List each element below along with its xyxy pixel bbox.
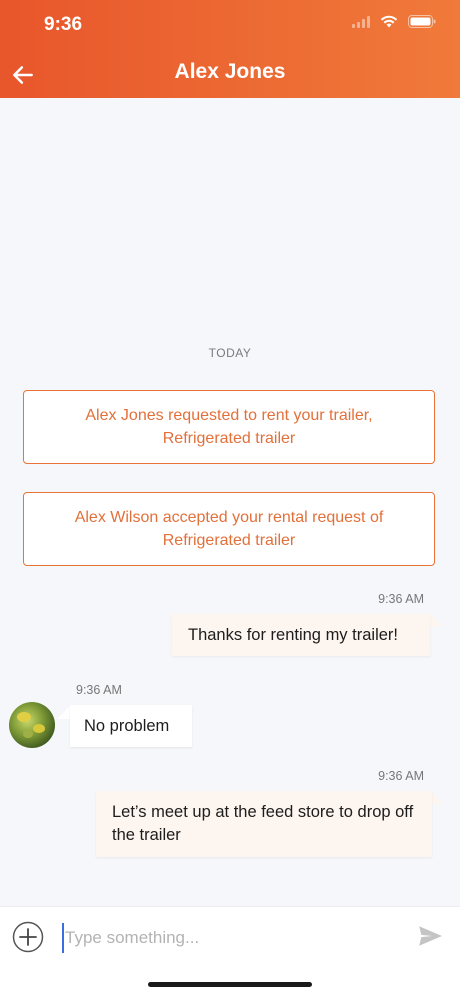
system-notice-line: Alex Jones requested to rent your traile… xyxy=(85,407,373,424)
bubble-tail xyxy=(430,613,444,627)
wifi-icon xyxy=(380,15,398,28)
system-notice: Alex Jones requested to rent your traile… xyxy=(23,390,435,464)
message-time: 9:36 AM xyxy=(378,769,424,783)
send-icon[interactable] xyxy=(417,923,443,949)
chat-title: Alex Jones xyxy=(174,60,286,83)
day-separator: TODAY xyxy=(208,346,252,360)
bubble-tail xyxy=(57,705,71,719)
system-notice: Alex Wilson accepted your rental request… xyxy=(23,492,435,566)
status-time: 9:36 xyxy=(44,14,83,35)
incoming-message[interactable]: No problem xyxy=(70,705,192,747)
system-notice-line: Alex Wilson accepted your rental request… xyxy=(74,509,384,526)
app-header: 9:36 Alex Jones xyxy=(0,0,460,98)
add-attachment-icon[interactable] xyxy=(12,921,44,953)
battery-icon xyxy=(408,15,436,28)
outgoing-message[interactable]: Thanks for renting my trailer! xyxy=(172,614,430,656)
message-list[interactable]: TODAY Alex Jones requested to rent your … xyxy=(0,98,460,906)
message-input[interactable] xyxy=(62,923,397,953)
message-time: 9:36 AM xyxy=(76,683,122,697)
bubble-tail xyxy=(430,790,444,804)
system-notice-line: Refrigerated trailer xyxy=(162,532,296,549)
message-time: 9:36 AM xyxy=(378,592,424,606)
home-indicator xyxy=(148,982,312,987)
system-notice-line: Refrigerated trailer xyxy=(162,430,296,447)
signal-icon xyxy=(352,15,370,28)
status-icons xyxy=(352,15,436,28)
outgoing-message[interactable]: Let’s meet up at the feed store to drop … xyxy=(96,791,432,857)
contact-avatar[interactable] xyxy=(9,702,55,748)
